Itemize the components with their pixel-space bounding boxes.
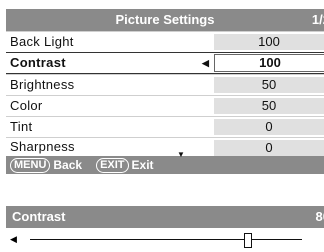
- exit-key-icon[interactable]: EXIT: [96, 157, 129, 173]
- menu-item-label: Contrast: [10, 55, 66, 70]
- menu-key-icon[interactable]: MENU: [10, 157, 51, 173]
- menu-item-label: Sharpness: [10, 139, 75, 154]
- menu-item-label: Tint: [10, 119, 33, 134]
- menu-footer: MENU Back EXIT Exit: [6, 156, 324, 174]
- menu-item-value: 100: [214, 54, 324, 72]
- down-triangle-icon[interactable]: ▼: [177, 150, 185, 159]
- menu-item-value: 100: [214, 34, 324, 50]
- adjust-value: 80: [315, 209, 324, 224]
- contrast-slider[interactable]: ◀: [6, 228, 324, 252]
- picture-settings-menu: Picture Settings 1/2 Back Light 100 Cont…: [6, 9, 324, 174]
- menu-item-sharpness[interactable]: Sharpness 0: [6, 137, 324, 156]
- menu-item-label: Color: [10, 98, 43, 113]
- menu-header: Picture Settings 1/2: [6, 9, 324, 31]
- page-indicator: 1/2: [311, 12, 324, 27]
- adjust-header: Contrast 80: [6, 206, 324, 228]
- exit-label: Exit: [131, 158, 154, 172]
- menu-item-value: 0: [214, 119, 324, 135]
- back-label: Back: [53, 158, 83, 172]
- left-triangle-icon: ◀: [202, 58, 209, 68]
- slider-thumb[interactable]: [243, 233, 252, 248]
- menu-item-tint[interactable]: Tint 0: [6, 116, 324, 137]
- slider-track: [30, 239, 302, 240]
- menu-item-back-light[interactable]: Back Light 100: [6, 31, 324, 52]
- left-triangle-icon[interactable]: ◀: [10, 234, 17, 245]
- menu-item-label: Back Light: [10, 34, 74, 49]
- menu-item-value: 0: [214, 140, 324, 156]
- menu-item-brightness[interactable]: Brightness 50: [6, 74, 324, 95]
- menu-item-label: Brightness: [10, 77, 75, 92]
- menu-item-value: 50: [214, 77, 324, 93]
- adjust-title: Contrast: [12, 209, 66, 224]
- menu-title: Picture Settings: [115, 12, 215, 27]
- contrast-adjust-panel: Contrast 80 ◀: [6, 206, 324, 252]
- menu-item-color[interactable]: Color 50: [6, 95, 324, 116]
- menu-item-value: 50: [214, 98, 324, 114]
- menu-item-contrast[interactable]: Contrast ◀ 100: [6, 52, 324, 74]
